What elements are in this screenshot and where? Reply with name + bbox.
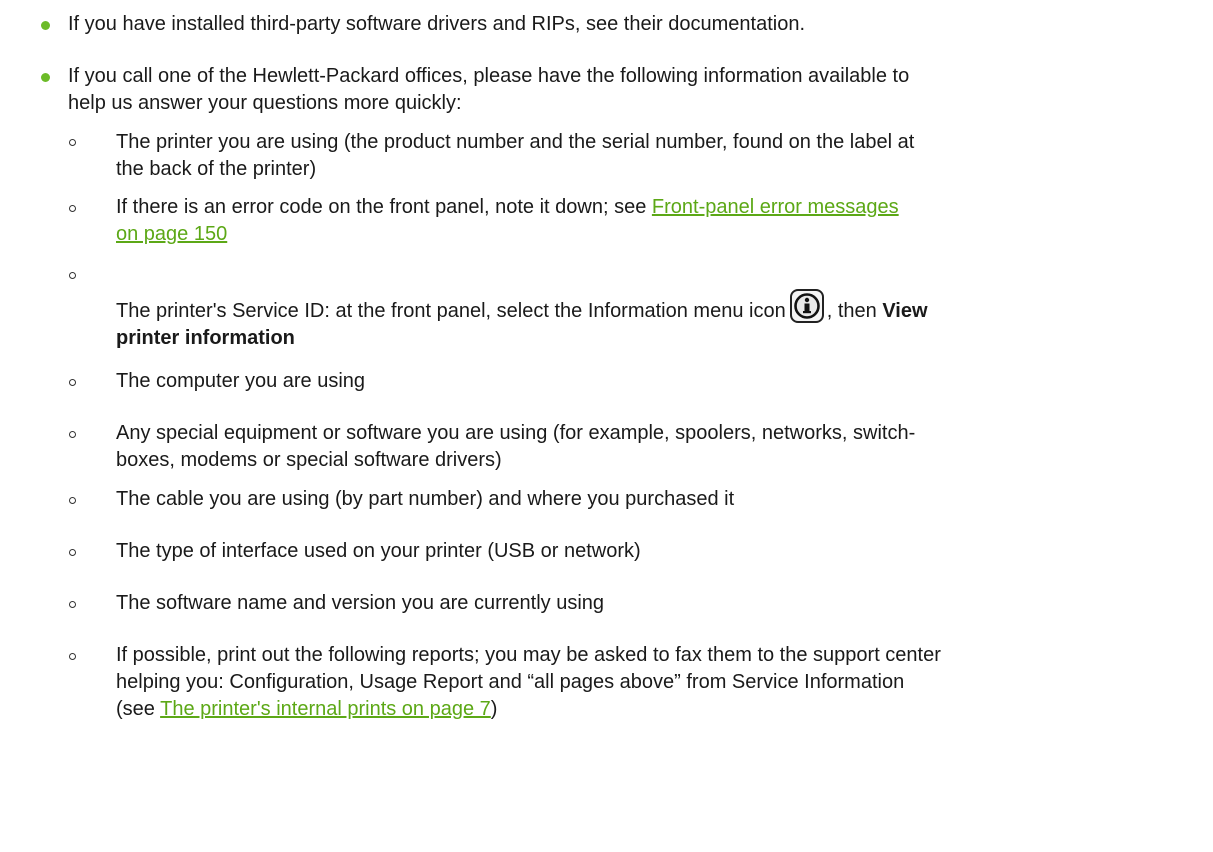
- sub-item-text: The computer you are using: [116, 370, 366, 392]
- document-page: If you have installed third-party softwa…: [0, 0, 1213, 852]
- sub-bullet: [69, 601, 76, 608]
- item-text-line: If you call one of the Hewlett-Packard o…: [68, 65, 910, 87]
- sub-item-line: The printer you are using (the product n…: [116, 131, 915, 153]
- sub-item-service-id: The printer's Service ID: at the front p…: [116, 289, 928, 352]
- sub-item-text: The cable you are using (by part number)…: [116, 488, 735, 510]
- information-menu-icon: [789, 289, 824, 323]
- sub-item-text: The software name and version you are cu…: [116, 592, 605, 614]
- front-panel-error-messages-link[interactable]: Front-panel error messages: [652, 196, 899, 218]
- sub-item-line: If possible, print out the following rep…: [116, 644, 941, 666]
- sub-item-line: boxes, modems or special software driver…: [116, 449, 502, 471]
- sub-bullet: [69, 139, 76, 146]
- sub-item-text: (see: [116, 698, 161, 720]
- front-panel-error-messages-link-page[interactable]: on page 150: [116, 223, 227, 245]
- view-printer-info-label: printer information: [116, 327, 295, 349]
- view-printer-info-label: View: [882, 300, 928, 322]
- sub-item-interface: The type of interface used on your print…: [116, 538, 641, 565]
- list-item-call-hp: If you call one of the Hewlett-Packard o…: [68, 63, 909, 117]
- bullet: [41, 21, 50, 30]
- sub-item-text: The printer's Service ID: at the front p…: [116, 300, 786, 322]
- sub-item-reports: If possible, print out the following rep…: [116, 642, 941, 723]
- sub-item-computer: The computer you are using: [116, 368, 365, 395]
- item-text-line: help us answer your questions more quick…: [68, 92, 462, 114]
- sub-bullet: [69, 497, 76, 504]
- sub-item-text: The type of interface used on your print…: [116, 540, 641, 562]
- sub-item-text: If there is an error code on the front p…: [116, 196, 652, 218]
- sub-item-line: helping you: Configuration, Usage Report…: [116, 671, 905, 693]
- bullet: [41, 73, 50, 82]
- item-text: If you have installed third-party softwa…: [68, 13, 806, 35]
- sub-item-error-code: If there is an error code on the front p…: [116, 194, 899, 248]
- list-item-third-party: If you have installed third-party softwa…: [68, 11, 805, 38]
- sub-bullet: [69, 431, 76, 438]
- sub-item-text: , then: [826, 300, 883, 322]
- sub-item-line: the back of the printer): [116, 158, 317, 180]
- sub-item-software: The software name and version you are cu…: [116, 590, 604, 617]
- sub-bullet: [69, 272, 76, 279]
- sub-item-equipment: Any special equipment or software you ar…: [116, 420, 915, 474]
- sub-item-text: ): [490, 698, 498, 720]
- internal-prints-link[interactable]: The printer's internal prints on page 7: [160, 698, 491, 720]
- sub-bullet: [69, 379, 76, 386]
- sub-item-printer: The printer you are using (the product n…: [116, 129, 914, 183]
- sub-item-line: Any special equipment or software you ar…: [116, 422, 916, 444]
- sub-bullet: [69, 205, 76, 212]
- sub-item-cable: The cable you are using (by part number)…: [116, 486, 734, 513]
- sub-bullet: [69, 653, 76, 660]
- sub-bullet: [69, 549, 76, 556]
